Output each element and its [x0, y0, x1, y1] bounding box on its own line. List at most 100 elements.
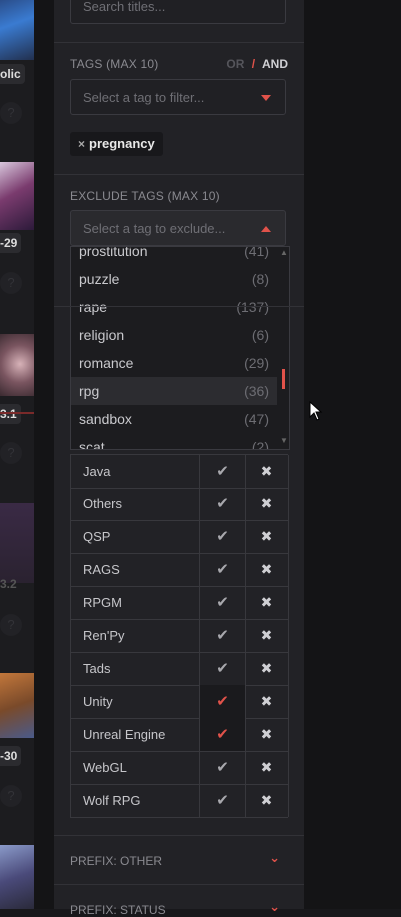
- engine-row: WebGL ✔ ✖: [70, 751, 289, 785]
- divider: [54, 174, 304, 175]
- dropdown-option[interactable]: sandbox (47): [71, 405, 277, 433]
- exclude-cross-icon[interactable]: ✖: [245, 619, 289, 652]
- exclude-cross-icon[interactable]: ✖: [245, 586, 289, 619]
- exclude-cross-icon[interactable]: ✖: [245, 718, 289, 751]
- include-check-icon[interactable]: ✔: [200, 455, 246, 488]
- dropdown-option-highlighted[interactable]: rpg (36): [71, 377, 277, 405]
- exclude-tag-placeholder: Select a tag to exclude...: [83, 221, 226, 236]
- placeholder-icon: ?: [0, 614, 22, 636]
- selected-tag-label: pregnancy: [89, 136, 155, 151]
- engine-row: Unreal Engine ✔ ✖: [70, 718, 289, 752]
- include-check-icon[interactable]: ✔: [200, 784, 246, 817]
- tag-filter-select[interactable]: Select a tag to filter...: [70, 79, 286, 115]
- engine-row: RAGS ✔ ✖: [70, 553, 289, 587]
- include-check-icon[interactable]: ✔: [200, 520, 246, 553]
- exclude-cross-icon[interactable]: ✖: [245, 455, 289, 488]
- engine-row: Others ✔ ✖: [70, 487, 289, 521]
- engine-row: Ren'Py ✔ ✖: [70, 619, 289, 653]
- and-option[interactable]: AND: [262, 57, 288, 71]
- exclude-cross-icon[interactable]: ✖: [245, 685, 289, 718]
- selected-tag-chip[interactable]: × pregnancy: [70, 132, 163, 156]
- include-check-icon[interactable]: ✔: [200, 685, 246, 718]
- gutter: [34, 0, 54, 909]
- thumbnail-badge-4: 3.2: [0, 577, 17, 591]
- dropdown-option[interactable]: puzzle (8): [71, 265, 277, 293]
- mouse-cursor-icon: [309, 401, 323, 421]
- thumbnail-badge-5: -30: [0, 746, 22, 766]
- dropdown-option[interactable]: romance (29): [71, 349, 277, 377]
- thumbnail-column: olic ? -29 ? 3.1 ? 3.2 ? -30 ?: [0, 0, 34, 909]
- engine-name: Tads: [70, 652, 200, 685]
- placeholder-icon: ?: [0, 442, 22, 464]
- exclude-cross-icon[interactable]: ✖: [245, 487, 289, 520]
- tags-label: TAGS (MAX 10): [70, 57, 159, 71]
- engine-name: Unity: [70, 685, 200, 718]
- scroll-up-icon[interactable]: ▲: [280, 248, 288, 257]
- exclude-cross-icon[interactable]: ✖: [245, 751, 289, 784]
- engine-row: Java ✔ ✖: [70, 454, 289, 489]
- thumbnail-1[interactable]: [0, 0, 34, 60]
- exclude-tag-dropdown[interactable]: prostitution (41) puzzle (8) rape (137) rel…: [70, 246, 290, 450]
- engine-name: Wolf RPG: [70, 784, 200, 817]
- engine-row: Tads ✔ ✖: [70, 652, 289, 686]
- prefix-other-header[interactable]: PREFIX: OTHER: [70, 854, 162, 868]
- filter-sidebar: Search titles... TAGS (MAX 10) OR / AND …: [54, 0, 304, 917]
- dropdown-option[interactable]: rape (137): [71, 293, 277, 321]
- engine-name: Ren'Py: [70, 619, 200, 652]
- page-background: [304, 0, 401, 909]
- include-check-icon[interactable]: ✔: [200, 619, 246, 652]
- placeholder-icon: ?: [0, 102, 22, 124]
- engine-row: RPGM ✔ ✖: [70, 586, 289, 620]
- dropdown-option[interactable]: religion (6): [71, 321, 277, 349]
- divider: [54, 42, 304, 43]
- thumbnail-3[interactable]: [0, 334, 34, 396]
- exclude-cross-icon[interactable]: ✖: [245, 784, 289, 817]
- include-check-icon[interactable]: ✔: [200, 487, 246, 520]
- prefix-status-header[interactable]: PREFIX: STATUS: [70, 903, 166, 917]
- chevron-down-icon[interactable]: ⌄: [269, 850, 280, 866]
- exclude-tag-select[interactable]: Select a tag to exclude...: [70, 210, 286, 246]
- exclude-tags-label: EXCLUDE TAGS (MAX 10): [70, 189, 220, 203]
- engine-name: Others: [70, 487, 200, 520]
- engine-name: Java: [70, 455, 200, 488]
- search-input[interactable]: Search titles...: [70, 0, 286, 24]
- thumbnail-badge-3: 3.1: [0, 404, 21, 424]
- engine-row: QSP ✔ ✖: [70, 520, 289, 554]
- divider: [0, 412, 34, 414]
- thumbnail-6[interactable]: [0, 845, 34, 909]
- remove-tag-icon[interactable]: ×: [78, 137, 85, 151]
- engine-name: WebGL: [70, 751, 200, 784]
- caret-down-icon: [261, 95, 271, 101]
- exclude-cross-icon[interactable]: ✖: [245, 652, 289, 685]
- placeholder-icon: ?: [0, 272, 22, 294]
- thumbnail-5[interactable]: [0, 673, 34, 738]
- tags-mode-toggle[interactable]: OR / AND: [226, 57, 288, 71]
- engine-row: Unity ✔ ✖: [70, 685, 289, 719]
- exclude-cross-icon[interactable]: ✖: [245, 553, 289, 586]
- exclude-cross-icon[interactable]: ✖: [245, 520, 289, 553]
- placeholder-icon: ?: [0, 785, 22, 807]
- engine-name: QSP: [70, 520, 200, 553]
- include-check-icon[interactable]: ✔: [200, 652, 246, 685]
- include-check-icon[interactable]: ✔: [200, 751, 246, 784]
- divider: [54, 306, 304, 307]
- thumbnail-badge-2: -29: [0, 233, 22, 253]
- caret-up-icon: [261, 226, 271, 232]
- or-option[interactable]: OR: [226, 57, 244, 71]
- engine-name: Unreal Engine: [70, 718, 200, 751]
- thumbnail-4[interactable]: [0, 503, 34, 583]
- engine-name: RAGS: [70, 553, 200, 586]
- engine-name: RPGM: [70, 586, 200, 619]
- dropdown-scrollbar[interactable]: ▲ ▼: [279, 247, 289, 449]
- scrollbar-thumb[interactable]: [282, 369, 285, 389]
- chevron-down-icon[interactable]: ⌄: [269, 899, 280, 915]
- include-check-icon[interactable]: ✔: [200, 553, 246, 586]
- scroll-down-icon[interactable]: ▼: [280, 436, 288, 445]
- dropdown-option[interactable]: prostitution (41): [71, 247, 277, 265]
- thumbnail-2[interactable]: [0, 162, 34, 230]
- dropdown-option[interactable]: scat (2): [71, 433, 277, 449]
- divider: [54, 884, 304, 885]
- include-check-icon[interactable]: ✔: [200, 586, 246, 619]
- thumbnail-badge-1: olic: [0, 64, 25, 84]
- include-check-icon[interactable]: ✔: [200, 718, 246, 751]
